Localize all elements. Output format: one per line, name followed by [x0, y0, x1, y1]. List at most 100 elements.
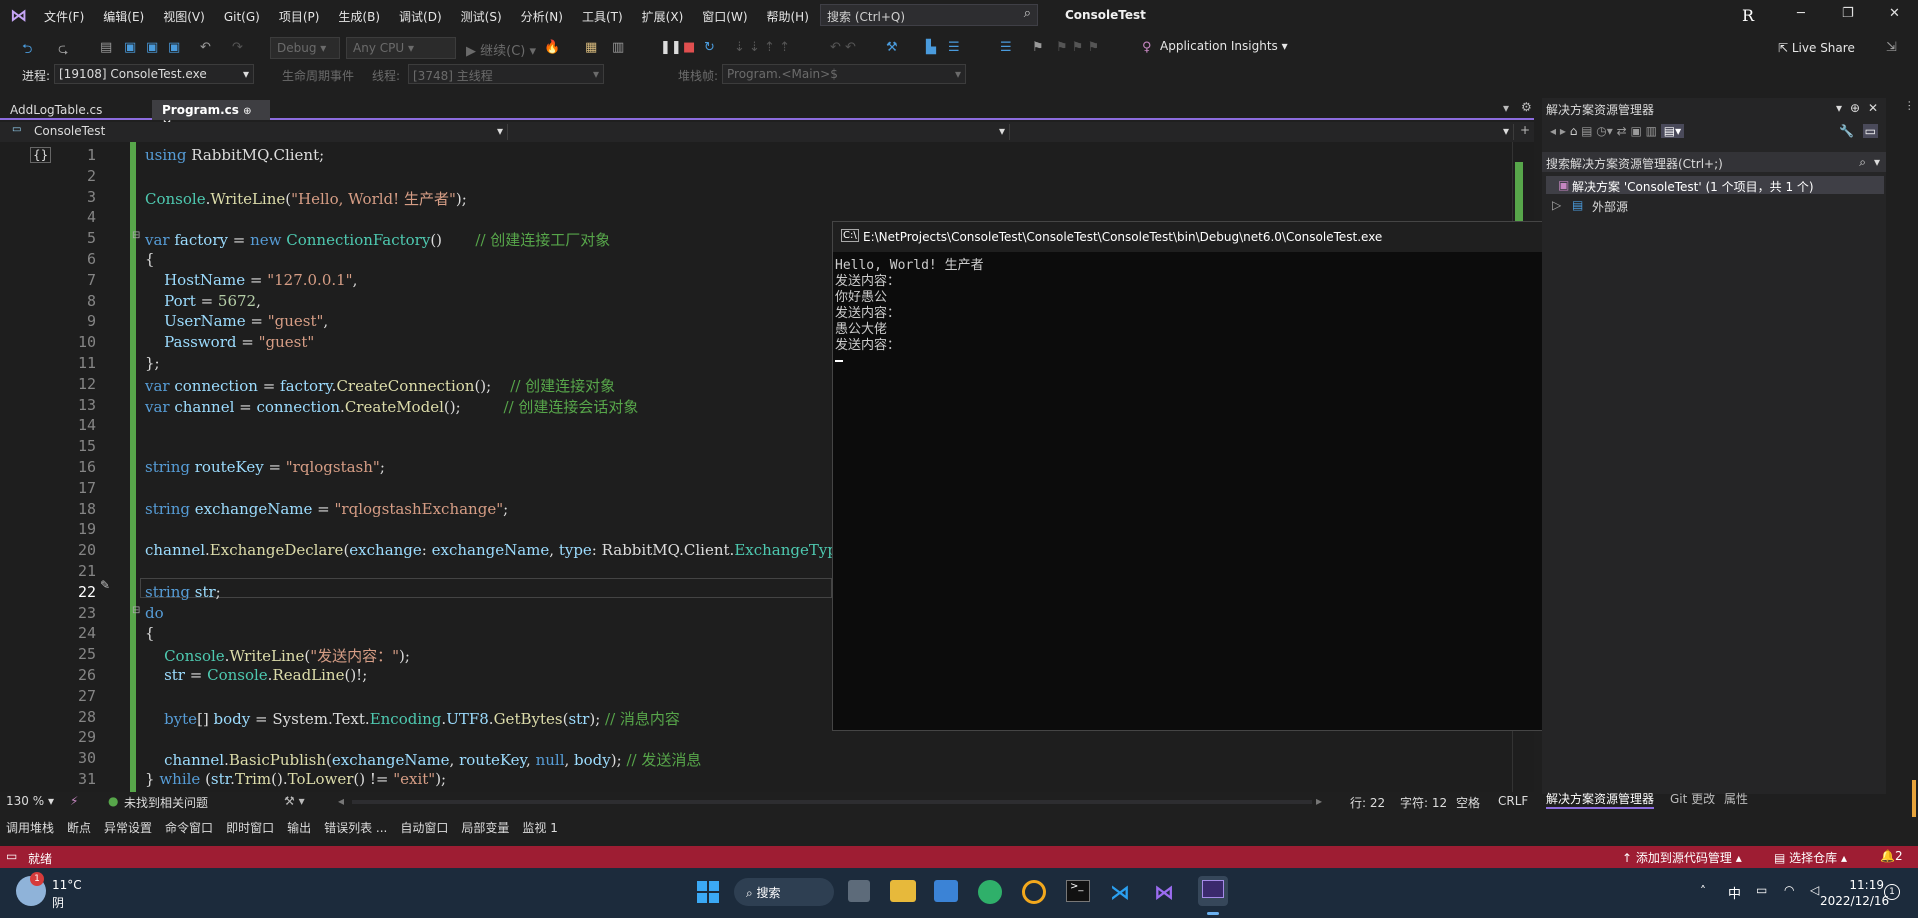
tray-overflow-icon[interactable]: ˄ — [1700, 884, 1706, 898]
menu-git[interactable]: Git(G) — [224, 10, 260, 24]
stack-frame-dropdown[interactable]: Program.<Main>$ ▾ — [722, 64, 966, 84]
horizontal-scrollbar[interactable] — [352, 800, 1312, 804]
start-windows-icon[interactable] — [697, 881, 719, 903]
type-dropdown[interactable]: ▾ — [508, 124, 1010, 140]
solution-search-input[interactable]: 搜索解决方案资源管理器(Ctrl+;) ⌕ ▾ — [1542, 152, 1886, 172]
member-dropdown[interactable]: ▾ — [1010, 124, 1514, 140]
pin-icon[interactable]: ⊕ — [1850, 101, 1860, 115]
split-icon[interactable]: + — [1520, 123, 1530, 137]
account-avatar[interactable]: R — [1742, 6, 1754, 25]
visual-studio-icon[interactable]: ⋈ — [1154, 880, 1178, 904]
forward-icon[interactable]: ⮎ — [58, 40, 68, 62]
tab-locals[interactable]: 局部变量 — [461, 819, 509, 836]
tab-overflow-icon[interactable]: ▾ — [1503, 101, 1509, 115]
tab-git-changes[interactable]: Git 更改 — [1670, 790, 1715, 807]
indent-mode[interactable]: 空格 — [1456, 794, 1480, 811]
menu-tools[interactable]: 工具(T) — [582, 8, 623, 25]
step-icon[interactable]: ▙ — [926, 40, 936, 55]
preview-icon[interactable]: ▭ — [1862, 124, 1878, 138]
lifecycle-events-button[interactable]: 生命周期事件 — [282, 67, 354, 84]
hot-reload-icon[interactable]: 🔥 — [544, 40, 560, 55]
redo-icon[interactable]: ↷ — [232, 40, 243, 55]
open-icon[interactable]: ▣ — [124, 40, 136, 55]
close-icon[interactable]: ✕ — [1868, 101, 1878, 115]
add-source-control-button[interactable]: ↑ 添加到源代码管理 ▴ — [1622, 849, 1742, 866]
continue-button[interactable]: ▶ 继续(C) ▾ — [466, 40, 536, 59]
solution-node[interactable]: ▣ 解决方案 'ConsoleTest' (1 个项目，共 1 个) — [1546, 176, 1884, 194]
stop-icon[interactable]: ■ — [683, 40, 695, 55]
microsoft-store-icon[interactable] — [934, 880, 958, 902]
application-insights-button[interactable]: Application Insights ▾ — [1160, 39, 1288, 53]
chrome-browser-icon[interactable] — [1022, 880, 1046, 904]
menu-window[interactable]: 窗口(W) — [702, 8, 747, 25]
platform-dropdown[interactable]: Any CPU ▾ — [346, 37, 456, 59]
scroll-left-icon[interactable]: ◂ — [338, 794, 344, 808]
menu-help[interactable]: 帮助(H) — [767, 8, 809, 25]
menu-edit[interactable]: 编辑(E) — [103, 8, 144, 25]
restore-icon[interactable]: ❐ — [1842, 6, 1854, 21]
live-share-button[interactable]: ⇱ Live Share — [1778, 41, 1855, 55]
notification-center-icon[interactable]: 1 — [1884, 884, 1900, 900]
tab-exception-settings[interactable]: 异常设置 — [104, 819, 152, 836]
tab-error-list[interactable]: 错误列表 ... — [324, 819, 387, 836]
minimize-icon[interactable]: ─ — [1797, 6, 1805, 21]
history-icon[interactable]: ◷▾ ⇄ ▣ ▥ — [1596, 124, 1657, 138]
tab-breakpoints[interactable]: 断点 — [67, 819, 91, 836]
quick-actions-icon[interactable]: ✎ — [100, 578, 110, 592]
tab-command-window[interactable]: 命令窗口 — [165, 819, 213, 836]
tab-autos[interactable]: 自动窗口 — [400, 819, 448, 836]
collapse-icon[interactable]: ⊟ — [132, 230, 140, 241]
line-ending[interactable]: CRLF — [1498, 794, 1528, 808]
layout-icon[interactable]: ▥ — [612, 40, 624, 55]
thread-icon[interactable]: ☰ — [948, 40, 960, 55]
undo-icon-2[interactable]: ↶ ↶ — [830, 40, 856, 55]
folder-icon[interactable]: ▦ — [585, 40, 597, 55]
save-icon[interactable]: ▣ — [146, 40, 158, 55]
bookmark-icon[interactable]: ⚑ — [1032, 40, 1044, 55]
ime-indicator[interactable]: 中 — [1728, 883, 1741, 902]
network-icon[interactable]: ▭ — [1756, 883, 1767, 897]
menu-test[interactable]: 测试(S) — [461, 8, 502, 25]
menu-file[interactable]: 文件(F) — [44, 8, 84, 25]
select-repository-button[interactable]: ▤ 选择仓库 ▴ — [1774, 849, 1847, 866]
project-dropdown[interactable]: ▭ ConsoleTest ▾ — [8, 124, 508, 140]
pause-icon[interactable]: ❚❚ — [660, 40, 682, 55]
tab-immediate-window[interactable]: 即时窗口 — [226, 819, 274, 836]
weather-icon[interactable]: 1 — [16, 872, 46, 906]
process-dropdown[interactable]: [19108] ConsoleTest.exe ▾ — [54, 64, 254, 84]
back-icon[interactable]: ◂ ▸ — [1550, 124, 1570, 138]
vscode-icon[interactable]: ⋊ — [1110, 880, 1134, 904]
feedback-icon[interactable]: ⇲ — [1886, 40, 1897, 55]
pin-icon[interactable]: ⊕ — [243, 106, 251, 117]
step-over-icon[interactable]: ⇣ ⇣ ⇡ ⇡ — [734, 40, 790, 55]
zoom-dropdown[interactable]: 130 % ▾ — [6, 794, 66, 810]
expand-arrow-icon[interactable]: ▷ — [1552, 198, 1561, 212]
tab-output[interactable]: 输出 — [287, 819, 311, 836]
tab-call-stack[interactable]: 调用堆栈 — [6, 819, 54, 836]
properties-wrench-icon[interactable]: 🔧 — [1839, 124, 1854, 138]
home-icon[interactable]: ⌂ — [1570, 124, 1578, 138]
show-all-files-icon[interactable]: ▤▾ — [1660, 124, 1685, 138]
menu-analyze[interactable]: 分析(N) — [521, 8, 563, 25]
toolbox-side-tab[interactable]: ⋯ — [1892, 100, 1916, 160]
console-taskbar-icon[interactable] — [1198, 876, 1228, 906]
new-file-icon[interactable]: ▤ — [100, 40, 112, 55]
edge-browser-icon[interactable] — [978, 880, 1002, 904]
tab-program[interactable]: Program.cs ⊕ ✕ — [152, 100, 270, 131]
menu-build[interactable]: 生成(B) — [338, 8, 380, 25]
configuration-dropdown[interactable]: Debug ▾ — [270, 37, 340, 59]
restart-icon[interactable]: ↻ — [704, 40, 715, 55]
search-box[interactable]: 搜索 (Ctrl+Q) ⌕ — [820, 4, 1038, 26]
char-position[interactable]: 字符: 12 — [1400, 794, 1447, 811]
task-view-icon[interactable] — [848, 880, 870, 902]
file-explorer-icon[interactable] — [890, 880, 916, 902]
line-position[interactable]: 行: 22 — [1350, 794, 1385, 811]
close-icon[interactable]: ✕ — [1889, 6, 1900, 21]
tab-addlogtable[interactable]: AddLogTable.cs — [0, 100, 152, 120]
back-icon[interactable]: ⮌ — [22, 40, 32, 62]
menu-extensions[interactable]: 扩展(X) — [642, 8, 684, 25]
tab-solution-explorer[interactable]: 解决方案资源管理器 — [1546, 790, 1655, 809]
switch-views-icon[interactable]: ▤ — [1581, 124, 1596, 138]
taskbar-search-button[interactable]: ⌕ 搜索 — [734, 878, 834, 906]
notifications-icon[interactable]: 🔔2 — [1880, 849, 1903, 863]
